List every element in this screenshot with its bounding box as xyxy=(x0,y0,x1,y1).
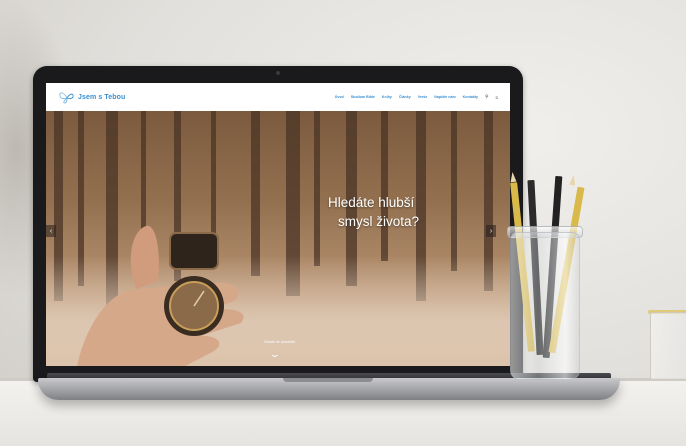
main-menu: Úvod Studium Bible Knihy Články Verše Na… xyxy=(328,94,498,100)
hero-headline: Hledáte hlubší smysl života? xyxy=(328,193,419,231)
chevron-down-icon[interactable]: ⌄ xyxy=(269,349,281,360)
site-navbar: Jsem s Tebou Úvod Studium Bible Knihy Čl… xyxy=(46,83,510,112)
butterfly-logo-icon xyxy=(59,91,74,103)
menu-item-napiste-nam[interactable]: Napište nám xyxy=(434,95,455,99)
menu-item-verse[interactable]: Verše xyxy=(418,95,428,99)
laptop-lid: Jsem s Tebou Úvod Studium Bible Knihy Čl… xyxy=(33,66,523,382)
laptop-opening-notch xyxy=(283,378,373,382)
search-icon[interactable]: ⚲ xyxy=(485,94,488,100)
menu-item-studium-bible[interactable]: Studium Bible xyxy=(351,95,375,99)
hand-with-compass xyxy=(77,225,244,366)
pencil-tip xyxy=(509,171,517,183)
menu-item-kontakty[interactable]: Kontakty xyxy=(463,95,478,99)
menu-item-knihy[interactable]: Knihy xyxy=(382,95,392,99)
hero-banner: Hledáte hlubší smysl života? ‹ › Chcete … xyxy=(46,111,510,366)
carousel-next-arrow-icon[interactable]: › xyxy=(486,225,496,237)
menu-item-uvod[interactable]: Úvod xyxy=(335,95,344,99)
cup xyxy=(650,312,686,380)
menu-item-clanky[interactable]: Články xyxy=(399,95,411,99)
hero-headline-line1: Hledáte hlubší xyxy=(328,195,415,210)
scroll-down-label[interactable]: Chcete se dozvědět xyxy=(264,340,295,344)
laptop-screen: Jsem s Tebou Úvod Studium Bible Knihy Čl… xyxy=(46,83,510,366)
hero-headline-line2: smysl života? xyxy=(338,214,420,229)
logo-text: Jsem s Tebou xyxy=(78,93,126,101)
carousel-prev-arrow-icon[interactable]: ‹ xyxy=(46,225,56,237)
site-logo[interactable]: Jsem s Tebou xyxy=(59,91,125,104)
menu-icon[interactable]: ≡ xyxy=(495,95,498,100)
glass-jar xyxy=(510,232,580,380)
webcam xyxy=(276,71,280,75)
